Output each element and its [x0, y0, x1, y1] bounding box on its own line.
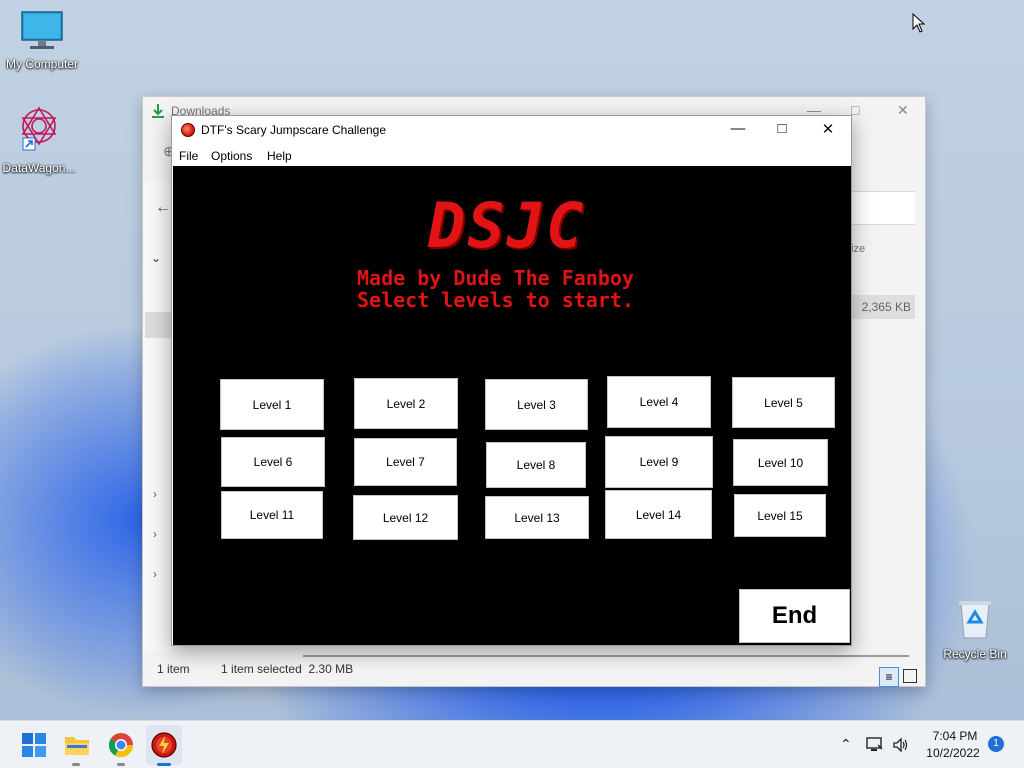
- desktop-icon-datawagon[interactable]: DataWagon...: [0, 104, 81, 175]
- status-selection: 1 item selected 2.30 MB: [221, 662, 354, 676]
- game-canvas: DSJC Made by Dude The Fanboy Select leve…: [173, 166, 851, 645]
- menu-bar: File Options Help: [172, 144, 851, 166]
- taskbar: ⌃ 7:04 PM 10/2/2022 1: [0, 720, 1024, 768]
- level-7-button[interactable]: Level 7: [354, 438, 457, 486]
- chevron-right-icon[interactable]: ›: [153, 527, 157, 541]
- level-4-button[interactable]: Level 4: [607, 376, 711, 428]
- close-icon[interactable]: ✕: [897, 102, 909, 119]
- file-explorer-icon[interactable]: [63, 731, 91, 759]
- level-2-button[interactable]: Level 2: [354, 378, 458, 429]
- download-icon: [152, 104, 164, 118]
- chevron-down-icon[interactable]: ⌄: [151, 251, 161, 265]
- selected-nav-item[interactable]: [145, 312, 173, 338]
- maximize-icon[interactable]: □: [851, 102, 859, 118]
- game-window-title: DTF's Scary Jumpscare Challenge: [201, 123, 387, 137]
- start-windows-icon[interactable]: [20, 731, 48, 759]
- level-13-button[interactable]: Level 13: [485, 496, 589, 539]
- instruction-text: Select levels to start.: [357, 288, 634, 312]
- minimize-icon[interactable]: —: [716, 120, 760, 142]
- taskbar-active-indicator: [157, 763, 171, 766]
- level-14-button[interactable]: Level 14: [605, 490, 712, 539]
- chevron-right-icon[interactable]: ›: [153, 567, 157, 581]
- game-app-icon[interactable]: [150, 731, 178, 759]
- clock-date[interactable]: 10/2/2022: [918, 746, 988, 760]
- level-3-button[interactable]: Level 3: [485, 379, 588, 430]
- mouse-cursor-icon: [912, 13, 926, 33]
- datawagon-icon: [21, 106, 57, 151]
- taskbar-running-indicator: [117, 763, 125, 766]
- status-bar: 1 item 1 item selected 2.30 MB: [143, 652, 925, 686]
- game-titlebar[interactable]: DTF's Scary Jumpscare Challenge — □ ✕: [172, 116, 851, 144]
- level-12-button[interactable]: Level 12: [353, 495, 458, 540]
- desktop-icon-my-computer[interactable]: My Computer: [0, 10, 84, 71]
- level-5-button[interactable]: Level 5: [732, 377, 835, 428]
- taskbar-running-indicator: [72, 763, 80, 766]
- notification-badge[interactable]: 1: [988, 736, 1004, 752]
- details-view-icon[interactable]: ≡: [879, 667, 899, 687]
- chevron-up-icon[interactable]: ⌃: [840, 736, 852, 753]
- network-icon[interactable]: [866, 737, 884, 753]
- menu-file[interactable]: File: [179, 149, 198, 163]
- desktop-icon-recycle-bin[interactable]: Recycle Bin: [933, 596, 1017, 661]
- size-column-header[interactable]: ize: [851, 243, 865, 255]
- level-8-button[interactable]: Level 8: [486, 442, 586, 488]
- credits-text: Made by Dude The Fanboy: [357, 266, 634, 290]
- game-logo: DSJC: [428, 189, 586, 262]
- menu-options[interactable]: Options: [211, 149, 252, 163]
- close-icon[interactable]: ✕: [806, 120, 850, 142]
- level-1-button[interactable]: Level 1: [220, 379, 324, 430]
- level-11-button[interactable]: Level 11: [221, 491, 323, 539]
- explorer-navigation-pane: ← ⌄ › › ›: [143, 181, 173, 651]
- clock-time[interactable]: 7:04 PM: [920, 729, 990, 743]
- chrome-icon[interactable]: [107, 731, 135, 759]
- recycle-bin-icon: [959, 601, 991, 639]
- game-window[interactable]: DTF's Scary Jumpscare Challenge — □ ✕ Fi…: [171, 115, 852, 646]
- menu-help[interactable]: Help: [267, 149, 292, 163]
- desktop-label-datawagon: DataWagon...: [2, 161, 76, 175]
- search-box[interactable]: [851, 191, 915, 225]
- app-icon: [181, 123, 195, 137]
- tiles-view-icon[interactable]: [903, 669, 917, 683]
- end-button[interactable]: End: [739, 589, 850, 643]
- level-10-button[interactable]: Level 10: [733, 439, 828, 486]
- desktop-label-my-computer: My Computer: [5, 57, 79, 71]
- level-9-button[interactable]: Level 9: [605, 436, 713, 488]
- status-item-count: 1 item: [157, 662, 190, 676]
- volume-icon[interactable]: [892, 736, 910, 754]
- file-size-cell[interactable]: 2,365 KB: [851, 295, 915, 319]
- chevron-right-icon[interactable]: ›: [153, 487, 157, 501]
- maximize-icon[interactable]: □: [760, 120, 804, 142]
- level-6-button[interactable]: Level 6: [221, 437, 325, 487]
- desktop-label-recycle-bin: Recycle Bin: [943, 647, 1007, 661]
- monitor-icon: [21, 11, 63, 49]
- level-15-button[interactable]: Level 15: [734, 494, 826, 537]
- back-arrow-icon[interactable]: ←: [155, 199, 171, 217]
